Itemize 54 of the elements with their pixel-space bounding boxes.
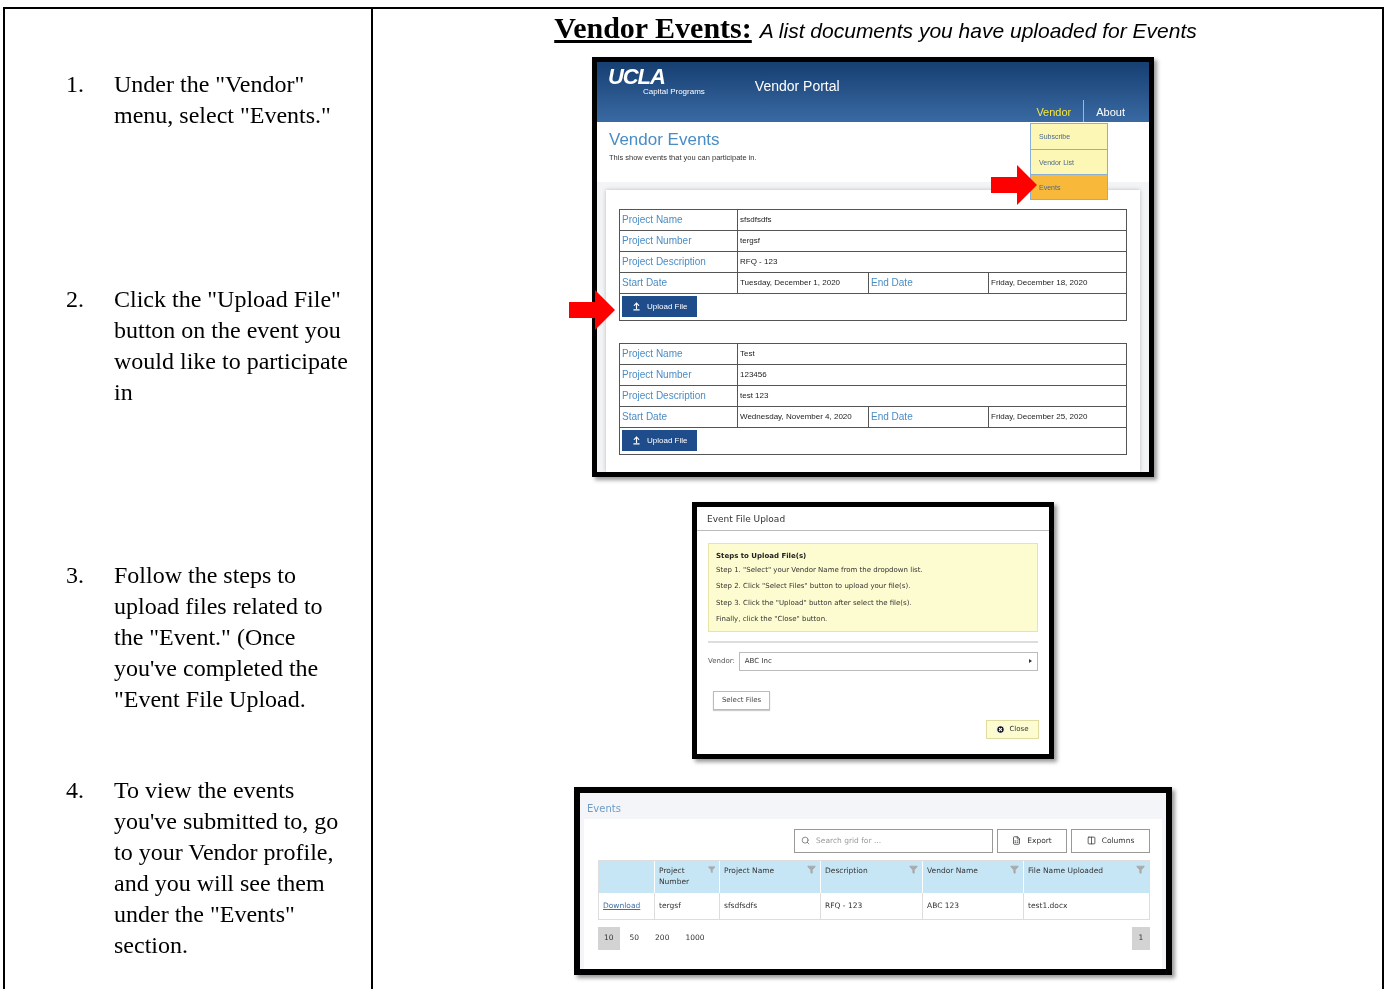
app-title: Vendor Portal <box>754 76 840 94</box>
field-value: tergsf <box>739 234 761 247</box>
step-number: 1. <box>66 70 85 99</box>
field-value: Tuesday, December 1, 2020 <box>738 272 869 293</box>
step-number: 3. <box>66 561 85 590</box>
caret-icon <box>1029 659 1032 663</box>
section-subtitle: A list documents you have uploaded for Events <box>759 18 1197 44</box>
upload-file-button[interactable]: Upload File <box>622 430 698 451</box>
filter-icon <box>707 864 715 874</box>
filter-icon <box>1136 864 1145 874</box>
field-label: Project Number <box>620 230 738 251</box>
field-value: sfsdfsdfs <box>739 213 773 226</box>
spreadsheet-icon <box>1012 836 1022 845</box>
field-label: End Date <box>869 406 989 427</box>
field-label: Project Number <box>620 364 738 385</box>
field-value: Friday, December 18, 2020 <box>990 276 1089 289</box>
field-label: Start Date <box>620 272 738 293</box>
section-title: Events <box>586 801 622 816</box>
columns-icon <box>1086 836 1096 845</box>
step-number: 2. <box>66 285 85 314</box>
dialog-title: Event File Upload <box>697 506 1049 531</box>
field-value: Test <box>739 347 756 360</box>
field-label: Start Date <box>620 406 738 427</box>
field-value: Wednesday, November 4, 2020 <box>738 406 869 427</box>
field-value: 123456 <box>739 368 768 381</box>
pointer-arrow <box>991 164 1037 205</box>
upload-file-button[interactable]: Upload File <box>622 296 698 317</box>
field-value: RFQ - 123 <box>739 255 779 268</box>
search-icon <box>801 836 810 845</box>
filter-icon <box>909 864 918 874</box>
field-label: Project Description <box>620 385 738 406</box>
close-icon <box>996 724 1006 734</box>
nav-link[interactable]: Vendor <box>1024 104 1084 122</box>
nav-link[interactable]: About <box>1083 100 1137 122</box>
field-value: test 123 <box>739 389 770 402</box>
field-label: Project Description <box>620 251 738 272</box>
upload-icon <box>632 436 641 445</box>
field-label: End Date <box>869 272 989 293</box>
step-number: 4. <box>66 776 85 805</box>
filter-icon <box>807 864 816 874</box>
logo-text: UCLA <box>608 65 666 88</box>
field-value: Friday, December 25, 2020 <box>990 410 1089 423</box>
step-text: Click the "Upload File" button on the event you would like to participate in <box>114 285 348 407</box>
upload-icon <box>632 302 641 311</box>
filter-icon <box>1010 864 1019 874</box>
pointer-arrow <box>569 289 615 330</box>
logo-subtitle: Capital Programs <box>643 87 705 96</box>
step-text: To view the events you've submitted to, go to your Vendor profile, and you will see them under the "Events" section. <box>114 776 340 960</box>
section-heading: Vendor Events: <box>554 11 752 45</box>
step-text: Follow the steps to upload files related to the "Event." (Once you've completed the "Event File Upload. <box>114 561 324 714</box>
field-label: Project Name <box>620 209 738 230</box>
field-label: Project Name <box>620 343 738 364</box>
page-title: Vendor Events <box>609 128 720 151</box>
step-text: Under the "Vendor" menu, select "Events." <box>114 70 332 130</box>
